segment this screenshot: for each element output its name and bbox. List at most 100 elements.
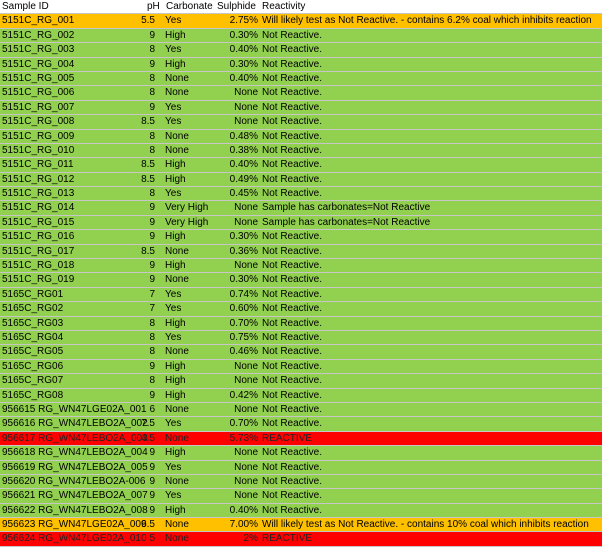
reactivity-cell[interactable]: Not Reactive. <box>262 144 600 157</box>
sulphide-cell[interactable]: None <box>190 403 258 416</box>
sulphide-cell[interactable]: 0.30% <box>190 58 258 71</box>
ph-cell[interactable]: 7 <box>130 288 155 301</box>
sulphide-cell[interactable]: None <box>190 461 258 474</box>
reactivity-cell[interactable]: Not Reactive. <box>262 43 600 56</box>
sulphide-cell[interactable]: 0.70% <box>190 417 258 430</box>
sample-id-cell[interactable]: 5165C_RG05 <box>2 345 142 358</box>
reactivity-cell[interactable]: Not Reactive. <box>262 187 600 200</box>
reactivity-cell[interactable]: Not Reactive. <box>262 130 600 143</box>
sulphide-cell[interactable]: 0.40% <box>190 72 258 85</box>
ph-cell[interactable]: 9 <box>130 360 155 373</box>
sample-id-cell[interactable]: 5151C_RG_017 <box>2 245 142 258</box>
sample-id-cell[interactable]: 956623 RG_WN47LGE02A_009 <box>2 518 147 531</box>
sample-id-cell[interactable]: 5151C_RG_002 <box>2 29 142 42</box>
sulphide-cell[interactable]: None <box>190 115 258 128</box>
sample-id-cell[interactable]: 5151C_RG_011 <box>2 158 142 171</box>
sulphide-cell[interactable]: 0.42% <box>190 389 258 402</box>
ph-cell[interactable]: 7.5 <box>130 417 155 430</box>
reactivity-cell[interactable]: Not Reactive. <box>262 101 600 114</box>
ph-cell[interactable]: 7 <box>130 302 155 315</box>
reactivity-cell[interactable]: Not Reactive. <box>262 475 600 488</box>
sample-id-cell[interactable]: 5151C_RG_016 <box>2 230 142 243</box>
sulphide-cell[interactable]: None <box>190 216 258 229</box>
sample-id-cell[interactable]: 956615 RG_WN47LGE02A_001 <box>2 403 147 416</box>
reactivity-cell[interactable]: Not Reactive. <box>262 288 600 301</box>
sample-id-cell[interactable]: 5151C_RG_008 <box>2 115 142 128</box>
sulphide-cell[interactable]: 0.48% <box>190 130 258 143</box>
reactivity-cell[interactable]: Sample has carbonates=Not Reactive <box>262 201 600 214</box>
ph-cell[interactable]: 9 <box>130 58 155 71</box>
reactivity-cell[interactable]: Not Reactive. <box>262 230 600 243</box>
sample-id-cell[interactable]: 5151C_RG_003 <box>2 43 142 56</box>
ph-cell[interactable]: 8.5 <box>130 158 155 171</box>
sample-id-cell[interactable]: 5151C_RG_006 <box>2 86 142 99</box>
ph-cell[interactable]: 8.5 <box>130 115 155 128</box>
ph-cell[interactable]: 9 <box>130 101 155 114</box>
reactivity-cell[interactable]: REACTIVE <box>262 532 600 545</box>
reactivity-cell[interactable]: Sample has carbonates=Not Reactive <box>262 216 600 229</box>
sample-id-cell[interactable]: 5151C_RG_013 <box>2 187 142 200</box>
ph-cell[interactable]: 8 <box>130 374 155 387</box>
sulphide-cell[interactable]: 0.46% <box>190 345 258 358</box>
sulphide-cell[interactable]: None <box>190 360 258 373</box>
ph-cell[interactable]: 5 <box>130 532 155 545</box>
reactivity-cell[interactable]: Not Reactive. <box>262 403 600 416</box>
ph-cell[interactable]: 8 <box>130 144 155 157</box>
ph-cell[interactable]: 9 <box>130 389 155 402</box>
header-sample-id[interactable]: Sample ID <box>2 0 142 13</box>
reactivity-cell[interactable]: REACTIVE <box>262 432 600 445</box>
sulphide-cell[interactable]: None <box>190 475 258 488</box>
sample-id-cell[interactable]: 956621 RG_WN47LEBO2A_007 <box>2 489 148 502</box>
sample-id-cell[interactable]: 5165C_RG06 <box>2 360 142 373</box>
ph-cell[interactable]: 4.5 <box>130 432 155 445</box>
reactivity-cell[interactable]: Not Reactive. <box>262 461 600 474</box>
ph-cell[interactable]: 8.5 <box>130 245 155 258</box>
sample-id-cell[interactable]: 5151C_RG_010 <box>2 144 142 157</box>
ph-cell[interactable]: 8 <box>130 86 155 99</box>
reactivity-cell[interactable]: Not Reactive. <box>262 302 600 315</box>
sample-id-cell[interactable]: 5165C_RG04 <box>2 331 142 344</box>
sulphide-cell[interactable]: None <box>190 259 258 272</box>
sulphide-cell[interactable]: 0.60% <box>190 302 258 315</box>
sulphide-cell[interactable]: None <box>190 101 258 114</box>
ph-cell[interactable]: 6 <box>130 403 155 416</box>
sulphide-cell[interactable]: 5.73% <box>190 432 258 445</box>
reactivity-cell[interactable]: Not Reactive. <box>262 360 600 373</box>
header-sulphide[interactable]: Sulphide <box>217 0 263 13</box>
reactivity-cell[interactable]: Not Reactive. <box>262 115 600 128</box>
sample-id-cell[interactable]: 5151C_RG_009 <box>2 130 142 143</box>
reactivity-cell[interactable]: Not Reactive. <box>262 58 600 71</box>
sulphide-cell[interactable]: 0.49% <box>190 173 258 186</box>
sample-id-cell[interactable]: 5165C_RG03 <box>2 317 142 330</box>
ph-cell[interactable]: 9 <box>130 489 155 502</box>
sample-id-cell[interactable]: 5151C_RG_015 <box>2 216 142 229</box>
reactivity-cell[interactable]: Not Reactive. <box>262 86 600 99</box>
ph-cell[interactable]: 8 <box>130 187 155 200</box>
sulphide-cell[interactable]: None <box>190 86 258 99</box>
reactivity-cell[interactable]: Not Reactive. <box>262 158 600 171</box>
sample-id-cell[interactable]: 956618 RG_WN47LEBO2A_004 <box>2 446 148 459</box>
ph-cell[interactable]: 9 <box>130 259 155 272</box>
sample-id-cell[interactable]: 956624 RG_WN47LGE02A_010 <box>2 532 147 545</box>
sulphide-cell[interactable]: 0.40% <box>190 504 258 517</box>
reactivity-cell[interactable]: Will likely test as Not Reactive. - cont… <box>262 518 600 531</box>
sulphide-cell[interactable]: 0.40% <box>190 158 258 171</box>
ph-cell[interactable]: 8 <box>130 331 155 344</box>
sample-id-cell[interactable]: 5151C_RG_012 <box>2 173 142 186</box>
sample-id-cell[interactable]: 956620 RG_WN47LEBO2A-006 <box>2 475 145 488</box>
reactivity-cell[interactable]: Will likely test as Not Reactive. - cont… <box>262 14 600 27</box>
sample-id-cell[interactable]: 956616 RG_WN47LEBO2A_002 <box>2 417 148 430</box>
ph-cell[interactable]: 8 <box>130 43 155 56</box>
sample-id-cell[interactable]: 5151C_RG_004 <box>2 58 142 71</box>
reactivity-cell[interactable]: Not Reactive. <box>262 417 600 430</box>
ph-cell[interactable]: 8 <box>130 345 155 358</box>
sulphide-cell[interactable]: 0.30% <box>190 230 258 243</box>
ph-cell[interactable]: 8 <box>130 130 155 143</box>
sample-id-cell[interactable]: 5151C_RG_005 <box>2 72 142 85</box>
reactivity-cell[interactable]: Not Reactive. <box>262 446 600 459</box>
sulphide-cell[interactable]: 0.30% <box>190 29 258 42</box>
reactivity-cell[interactable]: Not Reactive. <box>262 331 600 344</box>
reactivity-cell[interactable]: Not Reactive. <box>262 374 600 387</box>
reactivity-cell[interactable]: Not Reactive. <box>262 273 600 286</box>
ph-cell[interactable]: 8 <box>130 72 155 85</box>
